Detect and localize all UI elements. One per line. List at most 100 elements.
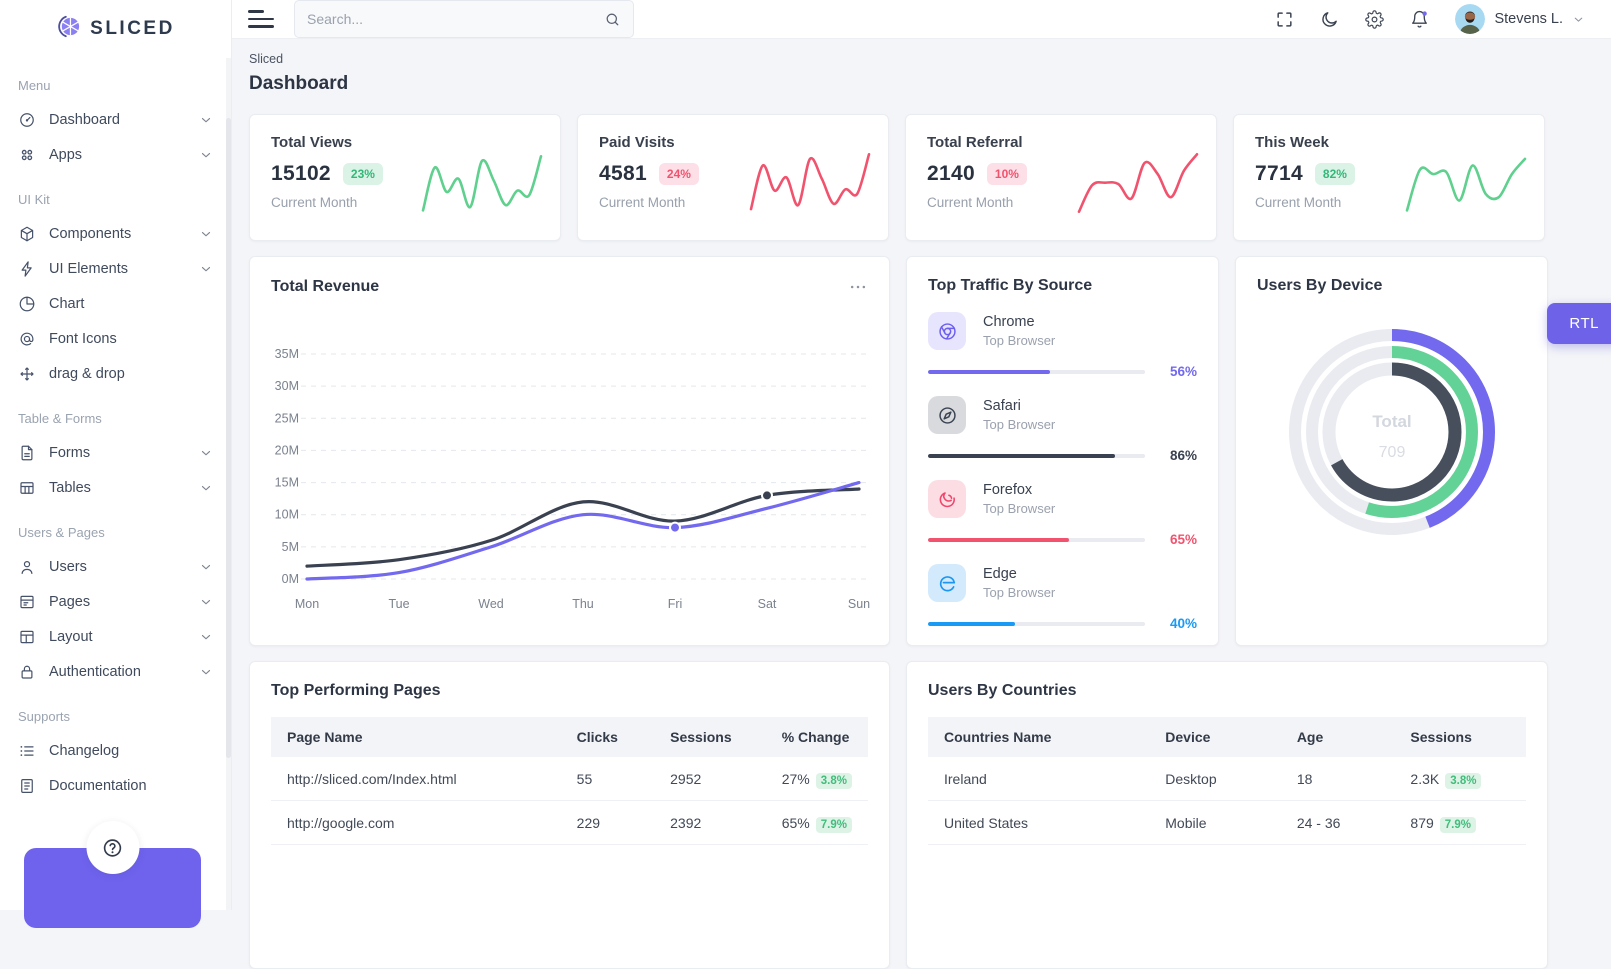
traffic-progress-track xyxy=(928,454,1145,458)
sidebar-item-ui-elements[interactable]: UI Elements xyxy=(0,251,231,286)
table-cell: Mobile xyxy=(1149,801,1281,845)
chevron-down-icon xyxy=(199,630,213,644)
table-cell: Ireland xyxy=(928,757,1149,801)
traffic-progress-fill xyxy=(928,454,1115,458)
stat-sparkline xyxy=(418,145,546,223)
traffic-sub: Top Browser xyxy=(983,585,1055,600)
table-column-header: Age xyxy=(1281,717,1395,757)
table-cell: 229 xyxy=(561,801,654,845)
sidebar-item-chart[interactable]: Chart xyxy=(0,286,231,321)
stat-value: 7714 xyxy=(1255,162,1303,186)
firefox-icon xyxy=(928,480,966,518)
traffic-item-chrome: ChromeTop Browser56% xyxy=(928,312,1197,379)
traffic-item-safari: SafariTop Browser86% xyxy=(928,396,1197,463)
bell-icon[interactable] xyxy=(1410,10,1429,29)
pie-chart-icon xyxy=(18,295,36,313)
table-icon xyxy=(18,479,36,497)
chrome-icon xyxy=(928,312,966,350)
table-column-header: Sessions xyxy=(1394,717,1526,757)
traffic-item-edge: EdgeTop Browser40% xyxy=(928,564,1197,631)
stat-sparkline xyxy=(1402,145,1530,223)
rtl-toggle-button[interactable]: RTL xyxy=(1547,303,1611,344)
sidebar-item-authentication[interactable]: Authentication xyxy=(0,654,231,689)
svg-text:Mon: Mon xyxy=(295,597,319,611)
traffic-title: Top Traffic By Source xyxy=(928,277,1197,295)
search-input[interactable] xyxy=(307,11,604,27)
page-head: Sliced Dashboard xyxy=(249,52,1611,95)
sidebar-item-users[interactable]: Users xyxy=(0,549,231,584)
table-cell: United States xyxy=(928,801,1149,845)
table-cell: 2.3K3.8% xyxy=(1394,757,1526,801)
sidebar-item-dashboard[interactable]: Dashboard xyxy=(0,102,231,137)
change-badge: 3.8% xyxy=(1445,773,1481,789)
hamburger-menu-icon[interactable] xyxy=(248,6,274,32)
logo[interactable]: SLICED xyxy=(0,0,231,58)
sidebar-item-label: Components xyxy=(49,226,131,242)
chevron-down-icon xyxy=(199,446,213,460)
sidebar-item-drag-drop[interactable]: drag & drop xyxy=(0,356,231,391)
svg-text:Sat: Sat xyxy=(758,597,777,611)
sidebar-item-layout[interactable]: Layout xyxy=(0,619,231,654)
sidebar-item-font-icons[interactable]: Font Icons xyxy=(0,321,231,356)
sidebar-item-apps[interactable]: Apps xyxy=(0,137,231,172)
revenue-line-chart: 0M5M10M15M20M25M30M35MMonTueWedThuFriSat… xyxy=(271,309,870,639)
stat-card-total-views: Total Views1510223%Current Month xyxy=(249,114,561,241)
user-menu[interactable]: Stevens L. xyxy=(1455,4,1585,34)
stat-value: 4581 xyxy=(599,162,647,186)
chevron-down-icon xyxy=(199,481,213,495)
svg-text:Total: Total xyxy=(1372,412,1411,431)
users-by-countries-card: Users By Countries Countries NameDeviceA… xyxy=(906,661,1548,969)
sidebar-item-label: Dashboard xyxy=(49,112,120,128)
table-cell: http://google.com xyxy=(271,801,561,845)
table-cell: 18 xyxy=(1281,757,1395,801)
sidebar-item-changelog[interactable]: Changelog xyxy=(0,733,231,768)
sidebar-section-label: Menu xyxy=(0,58,231,102)
search-icon[interactable] xyxy=(604,11,621,28)
sidebar-item-components[interactable]: Components xyxy=(0,216,231,251)
sidebar-item-label: Pages xyxy=(49,594,90,610)
sidebar-scrollbar-thumb[interactable] xyxy=(226,118,231,758)
traffic-progress-track xyxy=(928,538,1145,542)
total-revenue-card: Total Revenue 0M5M10M15M20M25M30M35MMonT… xyxy=(249,256,890,646)
dots-menu-icon[interactable] xyxy=(848,277,868,297)
stat-card-paid-visits: Paid Visits458124%Current Month xyxy=(577,114,889,241)
chevron-down-icon xyxy=(199,262,213,276)
sidebar-item-label: Authentication xyxy=(49,664,141,680)
traffic-list: ChromeTop Browser56% SafariTop Browser86%… xyxy=(928,312,1197,631)
sidebar-item-label: Apps xyxy=(49,147,82,163)
sidebar-item-label: Tables xyxy=(49,480,91,496)
lock-icon xyxy=(18,663,36,681)
traffic-percent: 65% xyxy=(1159,532,1197,547)
countries-table-title: Users By Countries xyxy=(928,682,1526,700)
sidebar-item-pages[interactable]: Pages xyxy=(0,584,231,619)
svg-text:Tue: Tue xyxy=(388,597,409,611)
sidebar-item-label: Font Icons xyxy=(49,331,117,347)
sidebar-item-label: Users xyxy=(49,559,87,575)
svg-text:709: 709 xyxy=(1378,444,1405,461)
help-widget[interactable] xyxy=(24,848,201,928)
stat-value: 2140 xyxy=(927,162,975,186)
chevron-down-icon xyxy=(1572,13,1585,26)
chevron-down-icon xyxy=(199,665,213,679)
fullscreen-icon[interactable] xyxy=(1275,10,1294,29)
question-circle-icon[interactable] xyxy=(86,821,139,874)
topbar: Stevens L. xyxy=(232,0,1611,39)
gear-icon[interactable] xyxy=(1365,10,1384,29)
svg-text:35M: 35M xyxy=(275,347,299,361)
table-row: http://google.com229239265%7.9% xyxy=(271,801,868,845)
sidebar-section-label: UI Kit xyxy=(0,172,231,216)
moon-icon[interactable] xyxy=(1320,10,1339,29)
avatar[interactable] xyxy=(1455,4,1485,34)
stat-sparkline xyxy=(1074,145,1202,223)
stat-value: 15102 xyxy=(271,162,331,186)
sidebar-scrollbar[interactable] xyxy=(226,58,231,910)
traffic-percent: 40% xyxy=(1159,616,1197,631)
sidebar-item-tables[interactable]: Tables xyxy=(0,470,231,505)
sidebar-item-documentation[interactable]: Documentation xyxy=(0,768,231,803)
traffic-sub: Top Browser xyxy=(983,333,1055,348)
traffic-percent: 86% xyxy=(1159,448,1197,463)
sidebar-item-forms[interactable]: Forms xyxy=(0,435,231,470)
table-cell: 2392 xyxy=(654,801,766,845)
sidebar: SLICED Menu Dashboard Apps UI Kit Components… xyxy=(0,0,232,910)
bolt-icon xyxy=(18,260,36,278)
